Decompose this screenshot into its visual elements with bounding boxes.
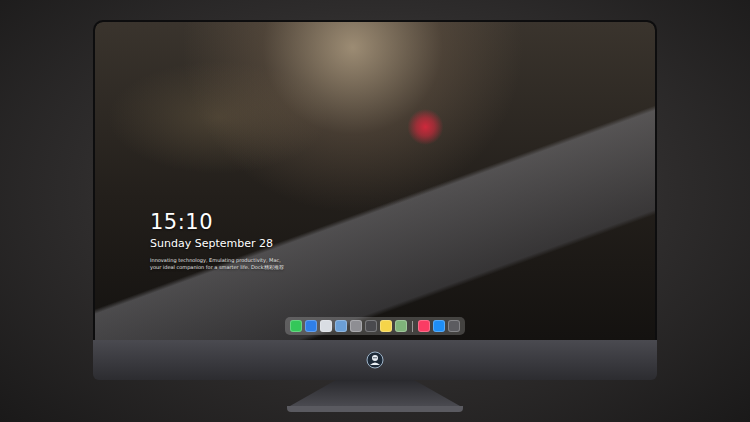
- dock-app-icon[interactable]: [305, 320, 317, 332]
- monitor-frame: 15:10 Sunday September 28 Innovating techn…: [93, 20, 657, 340]
- dock-app-icon[interactable]: [365, 320, 377, 332]
- monitor-chin: [93, 340, 657, 380]
- brand-logo-icon: [366, 351, 384, 369]
- dock-app-icon[interactable]: [395, 320, 407, 332]
- dock-app-icon[interactable]: [335, 320, 347, 332]
- dock: [285, 317, 465, 335]
- dock-app-icon[interactable]: [320, 320, 332, 332]
- dock-separator: [412, 321, 413, 332]
- dock-app-icon[interactable]: [290, 320, 302, 332]
- mockup-stage: 15:10 Sunday September 28 Innovating techn…: [0, 0, 750, 422]
- clock-widget: 15:10 Sunday September 28 Innovating techn…: [150, 210, 655, 271]
- dock-app-icon[interactable]: [350, 320, 362, 332]
- desktop-screen: 15:10 Sunday September 28 Innovating techn…: [95, 22, 655, 340]
- dock-app-icon[interactable]: [418, 320, 430, 332]
- tagline-line: your ideal companion for a smarter life.…: [150, 264, 655, 271]
- dock-app-icon[interactable]: [448, 320, 460, 332]
- clock-time: 15:10: [150, 210, 655, 234]
- tagline-line: Innovating technology, Emulating product…: [150, 257, 655, 264]
- monitor-base: [287, 406, 463, 412]
- tagline: Innovating technology, Emulating product…: [150, 257, 655, 271]
- clock-date: Sunday September 28: [150, 237, 655, 251]
- dock-area: [95, 317, 655, 335]
- monitor-stand: [290, 380, 460, 406]
- dock-app-icon[interactable]: [433, 320, 445, 332]
- dock-app-icon[interactable]: [380, 320, 392, 332]
